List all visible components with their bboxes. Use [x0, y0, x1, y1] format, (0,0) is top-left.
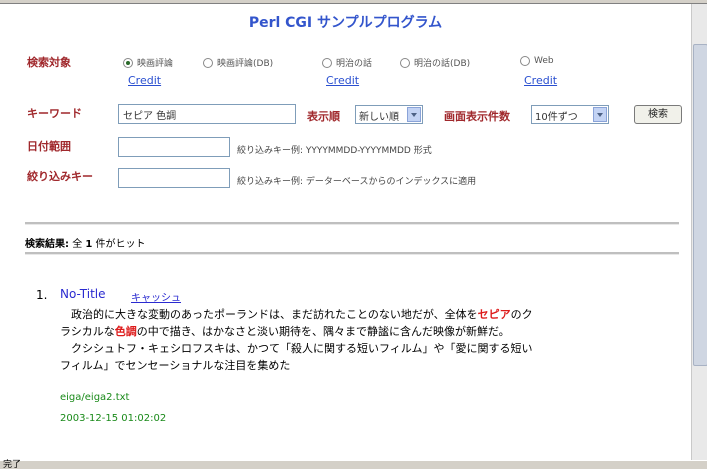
- target-radio-meiji-db[interactable]: 明治の話(DB): [400, 56, 470, 69]
- count-select[interactable]: 10件ずつ: [531, 105, 609, 124]
- status-bar: 完了: [0, 460, 707, 470]
- radio-unselected-icon: [322, 57, 332, 68]
- snippet-text: クシシュトフ・キェシロフスキは、かつて「殺人に関する短いフィルム」や「愛に関する…: [60, 342, 533, 372]
- target-radio-web[interactable]: Web: [520, 56, 554, 66]
- summary-count: 1: [85, 239, 93, 250]
- page-content: Perl CGI サンプルプログラム 検索対象 映画評論 Credit 映画評論…: [0, 4, 691, 460]
- summary-suffix: 件がヒット: [95, 239, 146, 250]
- order-label: 表示順: [307, 110, 340, 123]
- count-label: 画面表示件数: [444, 110, 510, 123]
- filter-key-label: 絞り込みキー: [27, 170, 93, 183]
- divider-bottom: [25, 252, 679, 255]
- date-range-input[interactable]: [118, 137, 230, 157]
- result-summary: 検索結果: 全 1 件がヒット: [25, 235, 146, 250]
- target-radio-movie-review-db[interactable]: 映画評論(DB): [203, 56, 273, 69]
- result-date: 2003-12-15 01:02:02: [60, 413, 167, 424]
- date-range-note: 絞り込みキー例: YYYYMMDD-YYYYMMDD 形式: [237, 146, 432, 156]
- search-button[interactable]: 検索: [634, 105, 682, 124]
- filter-key-note: 絞り込みキー例: データーベースからのインデックスに適用: [237, 177, 477, 187]
- snippet-highlight: セピア: [477, 308, 511, 321]
- radio-unselected-icon: [400, 57, 410, 68]
- result-snippet: 政治的に大きな変動のあったポーランドは、まだ訪れたことのない地だが、全体をセピア…: [60, 306, 540, 374]
- date-range-label: 日付範囲: [27, 140, 71, 153]
- radio-label: 明治の話: [336, 59, 373, 69]
- keyword-label: キーワード: [27, 107, 82, 120]
- chevron-down-icon: [407, 107, 421, 122]
- radio-selected-icon: [123, 57, 133, 68]
- summary-label: 検索結果:: [25, 239, 69, 250]
- radio-label: 映画評論(DB): [217, 59, 274, 69]
- radio-label: 明治の話(DB): [414, 59, 471, 69]
- radio-unselected-icon: [203, 57, 213, 68]
- snippet-text: 政治的に大きな変動のあったポーランドは、まだ訪れたことのない地だが、全体を: [60, 308, 478, 321]
- result-title-link[interactable]: No-Title: [60, 287, 106, 301]
- cache-link[interactable]: キャッシュ: [131, 289, 181, 304]
- target-radio-movie-review[interactable]: 映画評論: [123, 56, 173, 69]
- vertical-scrollbar[interactable]: [691, 4, 707, 460]
- result-number: 1.: [36, 288, 48, 302]
- radio-unselected-icon: [520, 56, 530, 66]
- credit-link-meiji[interactable]: Credit: [326, 74, 359, 87]
- count-select-value: 10件ずつ: [535, 112, 578, 123]
- divider-top: [25, 222, 679, 225]
- credit-link-movie-review[interactable]: Credit: [128, 74, 161, 87]
- snippet-text: の中で描き、はかなさと淡い期待を、隅々まで静謐に含んだ映像が新鮮だ。: [136, 325, 510, 338]
- keyword-input[interactable]: セピア 色調: [118, 104, 296, 124]
- snippet-highlight: 色調: [114, 325, 137, 338]
- order-select-value: 新しい順: [359, 112, 399, 123]
- summary-prefix: 全: [72, 239, 83, 250]
- order-select[interactable]: 新しい順: [355, 105, 423, 124]
- credit-link-web[interactable]: Credit: [524, 74, 557, 87]
- result-path: eiga/eiga2.txt: [60, 392, 130, 403]
- filter-key-input[interactable]: [118, 168, 230, 188]
- chevron-down-icon: [593, 107, 607, 122]
- target-label: 検索対象: [27, 56, 71, 69]
- radio-label: Web: [534, 56, 554, 66]
- scrollbar-thumb[interactable]: [693, 44, 707, 366]
- page-title: Perl CGI サンプルプログラム: [248, 15, 443, 31]
- radio-label: 映画評論: [137, 59, 174, 69]
- target-radio-meiji[interactable]: 明治の話: [322, 56, 372, 69]
